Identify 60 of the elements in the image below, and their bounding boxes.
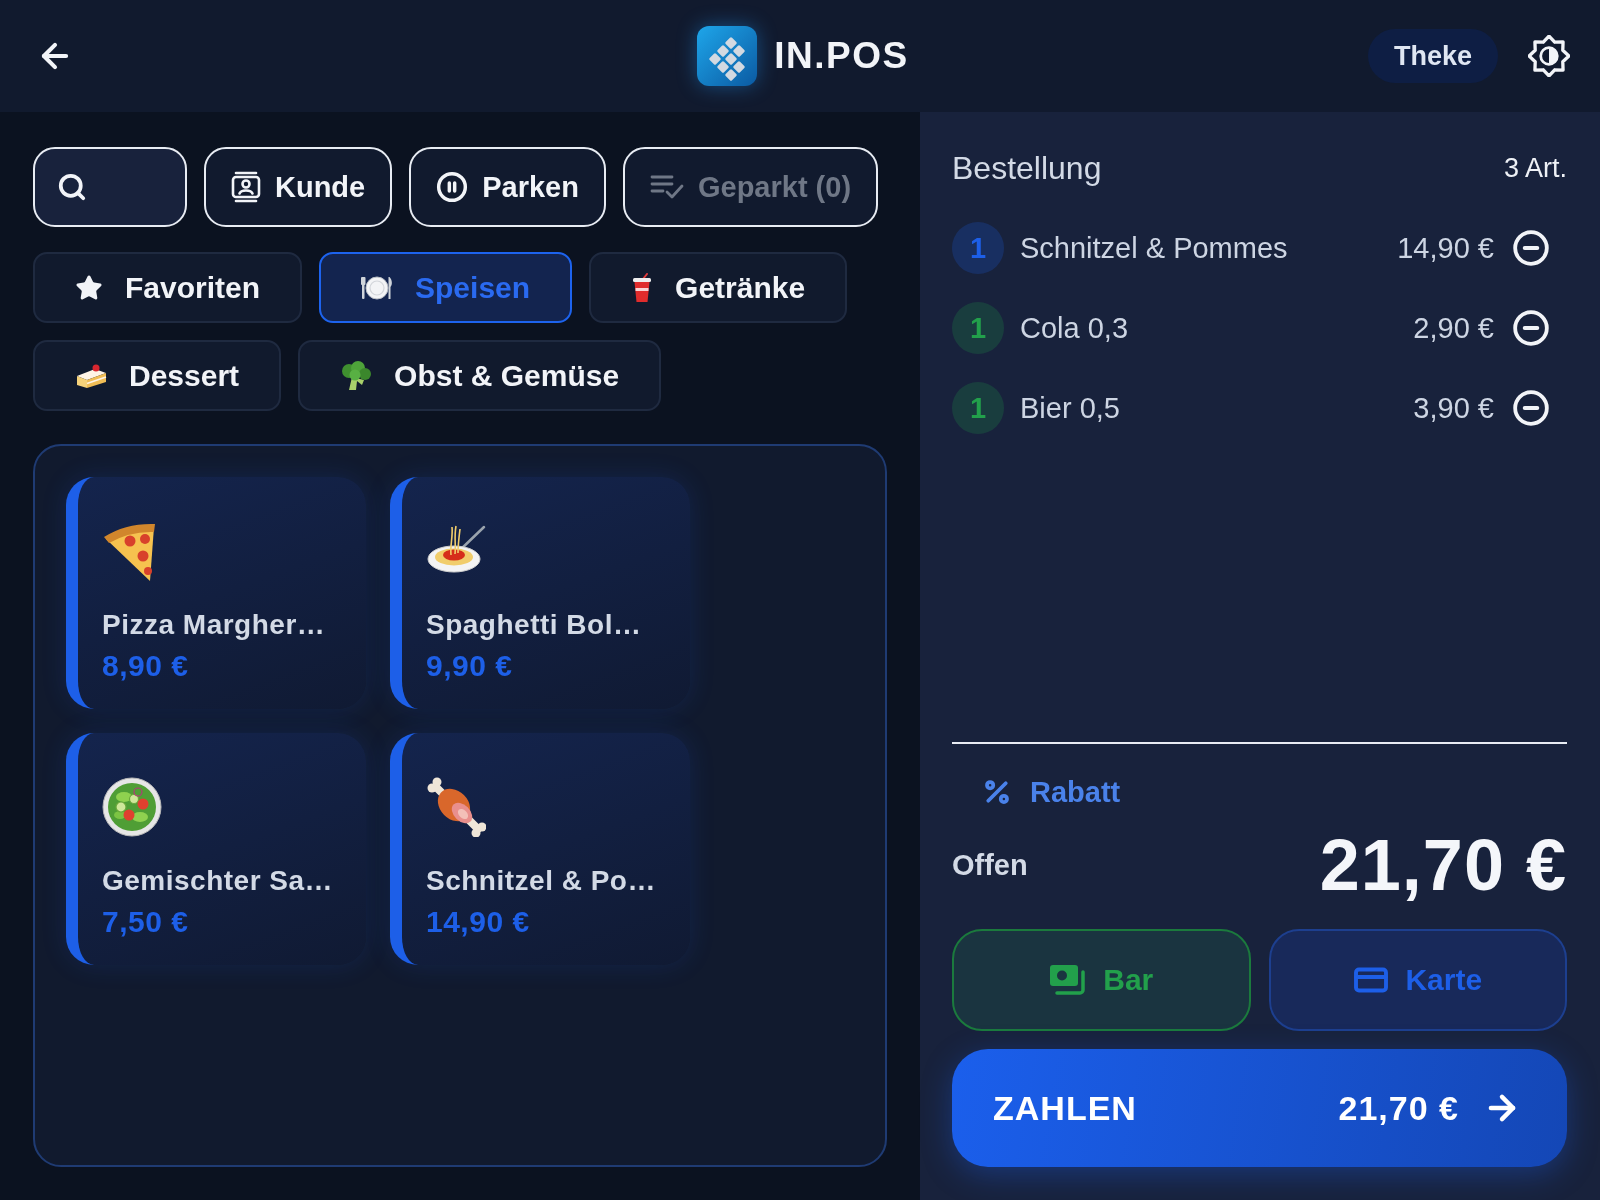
search-field[interactable]: [33, 147, 187, 227]
product-name: Gemischter Sa…: [102, 865, 335, 897]
star-icon: [75, 273, 103, 302]
order-item-price: 2,90 €: [1413, 311, 1494, 345]
product-price: 14,90 €: [426, 905, 531, 939]
product-price: 8,90 €: [102, 649, 190, 683]
product-card[interactable]: Pizza Margher… 8,90 €: [66, 477, 366, 709]
order-item-name: Schnitzel & Pommes: [1020, 231, 1289, 265]
category-tab[interactable]: Dessert: [33, 340, 282, 411]
minus-circle-icon: [1512, 389, 1550, 427]
pause-circle-icon: [436, 171, 469, 203]
customer-button[interactable]: Kunde: [204, 147, 393, 227]
remove-item-button[interactable]: [1512, 229, 1550, 267]
cash-button[interactable]: Bar: [952, 929, 1251, 1031]
quantity: 1: [969, 313, 987, 343]
order-item-name: Bier 0,5: [1020, 391, 1121, 425]
category-tab[interactable]: Getränke: [589, 252, 848, 323]
meat-on-bone-icon: [426, 777, 486, 837]
checklist-icon: [649, 174, 684, 200]
open-amount-label: Offen: [952, 848, 1028, 882]
brightness-icon: [1528, 35, 1570, 77]
product-price: 7,50 €: [102, 905, 190, 939]
order-item-name: Cola 0,3: [1020, 311, 1129, 345]
broccoli-icon: [340, 360, 373, 391]
product-price: 9,90 €: [426, 649, 514, 683]
minus-circle-icon: [1512, 229, 1550, 267]
minus-circle-icon: [1512, 309, 1550, 347]
pay-button[interactable]: ZAHLEN 21,70 €: [952, 1049, 1567, 1167]
pizza-slice-icon: [102, 521, 156, 583]
discount-button[interactable]: Rabatt: [952, 770, 1151, 814]
order-title: Bestellung: [952, 149, 1102, 187]
park-button[interactable]: Parken: [409, 147, 606, 227]
order-item-price: 3,90 €: [1413, 391, 1494, 425]
category-tab[interactable]: Favoriten: [33, 252, 303, 323]
plate-cutlery-icon: [361, 273, 394, 302]
remove-item-button[interactable]: [1512, 389, 1550, 427]
item-count: 3 Art.: [1503, 152, 1567, 184]
product-name: Schnitzel & Po…: [426, 865, 657, 897]
product-name: Pizza Margher…: [102, 609, 327, 641]
quantity: 1: [969, 393, 987, 423]
product-card[interactable]: Gemischter Sa… 7,50 €: [66, 733, 366, 965]
open-amount: 21,70 €: [1319, 824, 1567, 906]
cake-slice-icon: [75, 362, 107, 389]
logo-icon: [697, 26, 758, 86]
salad-plate-icon: [102, 777, 162, 837]
product-card[interactable]: Spaghetti Bol… 9,90 €: [390, 477, 690, 709]
remove-item-button[interactable]: [1512, 309, 1550, 347]
quantity: 1: [969, 233, 987, 263]
drink-cup-icon: [631, 272, 654, 303]
contact-card-icon: [231, 171, 261, 203]
percent-icon: [982, 777, 1012, 807]
product-card[interactable]: Schnitzel & Po… 14,90 €: [390, 733, 690, 965]
order-item-price: 14,90 €: [1397, 231, 1494, 265]
product-name: Spaghetti Bol…: [426, 609, 643, 641]
brightness-button[interactable]: [1528, 35, 1570, 77]
search-icon: [57, 172, 87, 202]
location-tag[interactable]: Theke: [1367, 29, 1498, 83]
app-title: IN.POS: [774, 35, 909, 77]
category-tab[interactable]: Obst & Gemüse: [298, 340, 662, 411]
cash-icon: [1049, 964, 1088, 996]
